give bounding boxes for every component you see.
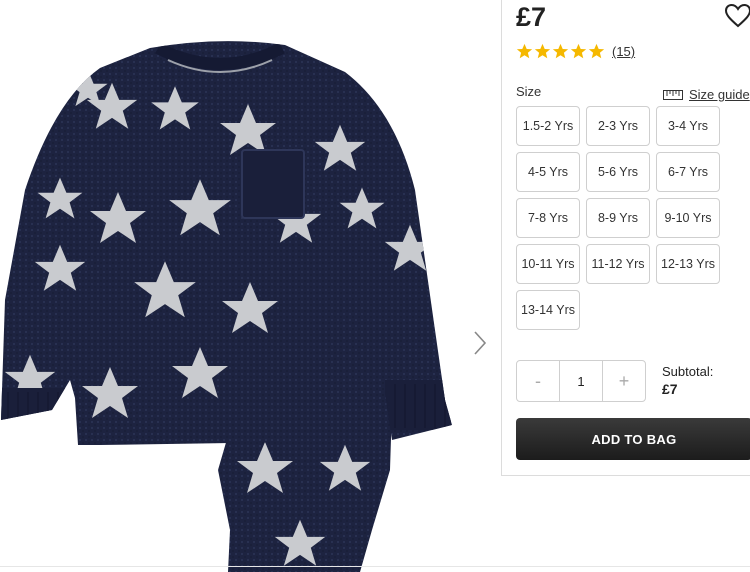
size-option[interactable]: 7-8 Yrs <box>516 198 580 238</box>
size-option[interactable]: 4-5 Yrs <box>516 152 580 192</box>
purchase-panel <box>501 0 750 476</box>
size-option[interactable]: 6-7 Yrs <box>656 152 720 192</box>
star-icon <box>534 43 551 59</box>
subtotal-label: Subtotal: <box>662 364 714 379</box>
pyjama-illustration <box>1 41 452 572</box>
rating-stars <box>516 43 605 60</box>
star-icon <box>588 43 605 59</box>
size-option[interactable]: 3-4 Yrs <box>656 106 720 146</box>
size-option[interactable]: 9-10 Yrs <box>656 198 720 238</box>
size-option[interactable]: 1.5-2 Yrs <box>516 106 580 146</box>
product-image <box>0 0 462 572</box>
product-rating: (15) <box>516 43 635 60</box>
size-label: Size <box>516 84 542 99</box>
product-price: £7 <box>516 2 547 32</box>
ruler-icon <box>663 89 683 100</box>
size-guide-link[interactable]: Size guide <box>663 87 750 102</box>
size-option[interactable]: 8-9 Yrs <box>586 198 650 238</box>
review-count-link[interactable]: (15) <box>612 44 635 59</box>
add-to-bag-button[interactable]: ADD TO BAG <box>516 418 750 460</box>
size-option[interactable]: 12-13 Yrs <box>656 244 720 284</box>
size-option[interactable]: 5-6 Yrs <box>586 152 650 192</box>
star-icon <box>516 43 533 59</box>
size-option[interactable]: 2-3 Yrs <box>586 106 650 146</box>
divider <box>0 566 750 567</box>
size-option[interactable]: 13-14 Yrs <box>516 290 580 330</box>
size-option[interactable]: 11-12 Yrs <box>586 244 650 284</box>
quantity-decrease-button[interactable]: - <box>517 361 559 401</box>
chevron-right-icon <box>474 331 487 355</box>
star-icon <box>570 43 587 59</box>
quantity-input[interactable]: 1 <box>559 361 603 401</box>
wishlist-button[interactable] <box>724 3 750 29</box>
quantity-increase-button[interactable]: + <box>603 361 645 401</box>
size-guide-label: Size guide <box>689 87 750 102</box>
size-option[interactable]: 10-11 Yrs <box>516 244 580 284</box>
subtotal-value: £7 <box>662 381 678 397</box>
star-icon <box>552 43 569 59</box>
next-image-button[interactable] <box>468 326 492 360</box>
heart-outline-icon <box>724 3 750 28</box>
quantity-stepper: - 1 + <box>516 360 646 402</box>
